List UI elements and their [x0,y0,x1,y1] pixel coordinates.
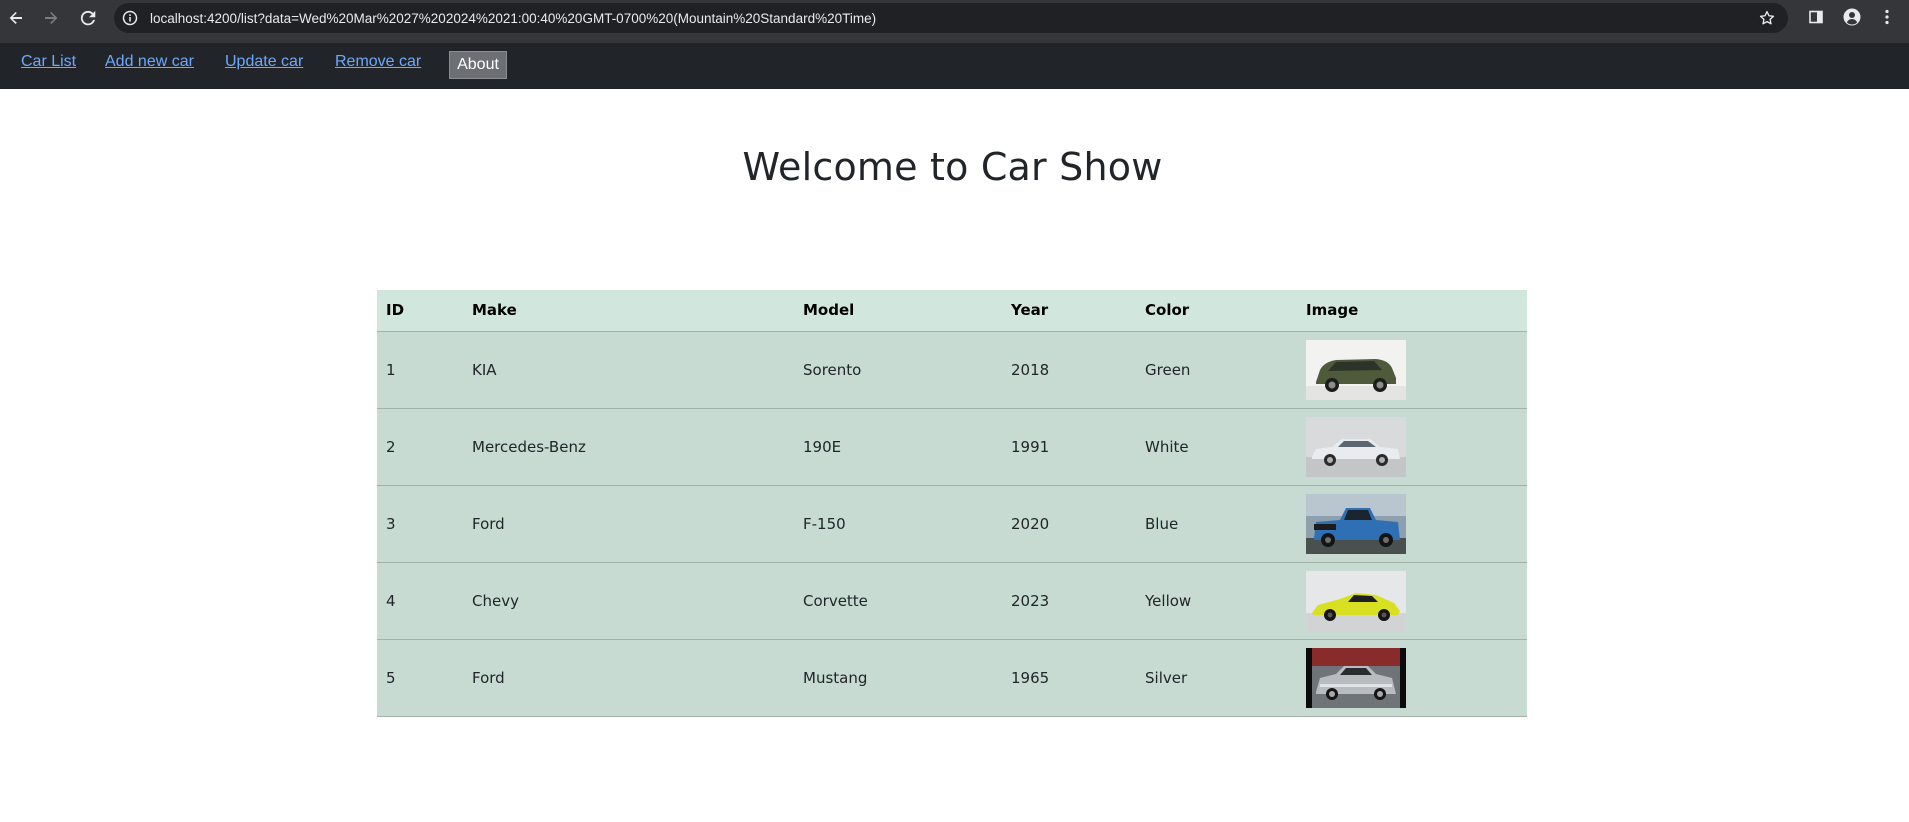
cell-id: 3 [377,485,463,563]
table-row: 2 Mercedes-Benz 190E 1991 White [377,408,1527,486]
yellow-sports-car-photo [1306,570,1406,631]
cell-image [1297,331,1527,409]
cell-model: Mustang [794,639,1002,717]
cell-image [1297,562,1527,640]
page-title: Welcome to Car Show [742,145,1163,189]
nav-link-car-list[interactable]: Car List [21,53,76,71]
table-header-row: ID Make Model Year Color Image [377,290,1527,332]
header-year: Year [1002,290,1136,332]
cars-table: ID Make Model Year Color Image 1 KIA Sor… [377,290,1527,717]
app-navbar: Car List Add new car Update car Remove c… [0,43,1909,89]
cell-make: Ford [463,639,794,717]
browser-toolbar: localhost:4200/list?data=Wed%20Mar%2027%… [0,0,1909,43]
blue-pickup-photo [1306,493,1406,554]
url-text[interactable]: localhost:4200/list?data=Wed%20Mar%2027%… [150,11,876,26]
nav-link-add-new-car[interactable]: Add new car [105,53,194,71]
cell-make: Chevy [463,562,794,640]
header-color: Color [1136,290,1297,332]
nav-link-update-car[interactable]: Update car [225,53,303,71]
header-image: Image [1297,290,1527,332]
cell-id: 1 [377,331,463,409]
white-sedan-photo [1306,416,1406,477]
cell-color: Green [1136,331,1297,409]
cell-image [1297,639,1527,717]
cell-color: Yellow [1136,562,1297,640]
site-info-icon[interactable] [122,10,138,26]
header-id: ID [377,290,463,332]
nav-link-remove-car[interactable]: Remove car [335,53,421,71]
cell-color: White [1136,408,1297,486]
silver-classic-car-photo [1306,647,1406,708]
cell-year: 2020 [1002,485,1136,563]
table-row: 3 Ford F-150 2020 Blue [377,485,1527,563]
cell-model: Sorento [794,331,1002,409]
table-row: 5 Ford Mustang 1965 Silver [377,639,1527,717]
cell-make: Ford [463,485,794,563]
side-panel-icon[interactable] [1806,7,1826,27]
reload-icon[interactable] [76,6,100,30]
cell-image [1297,408,1527,486]
cell-year: 1965 [1002,639,1136,717]
cell-make: Mercedes-Benz [463,408,794,486]
about-button[interactable]: About [449,51,507,79]
table-row: 4 Chevy Corvette 2023 Yellow [377,562,1527,640]
cell-color: Silver [1136,639,1297,717]
header-model: Model [794,290,1002,332]
address-bar[interactable]: localhost:4200/list?data=Wed%20Mar%2027%… [114,3,1788,33]
back-icon[interactable] [4,6,28,30]
cell-color: Blue [1136,485,1297,563]
menu-kebab-icon[interactable] [1877,7,1897,27]
table-row: 1 KIA Sorento 2018 Green [377,331,1527,409]
cell-model: 190E [794,408,1002,486]
cell-make: KIA [463,331,794,409]
forward-icon[interactable] [39,6,63,30]
header-make: Make [463,290,794,332]
bookmark-star-icon[interactable] [1758,9,1776,27]
cell-id: 5 [377,639,463,717]
cell-year: 2023 [1002,562,1136,640]
cell-model: Corvette [794,562,1002,640]
cell-id: 4 [377,562,463,640]
cell-image [1297,485,1527,563]
cell-year: 1991 [1002,408,1136,486]
profile-icon[interactable] [1842,7,1862,27]
cell-year: 2018 [1002,331,1136,409]
cell-id: 2 [377,408,463,486]
cell-model: F-150 [794,485,1002,563]
green-suv-photo [1306,339,1406,400]
